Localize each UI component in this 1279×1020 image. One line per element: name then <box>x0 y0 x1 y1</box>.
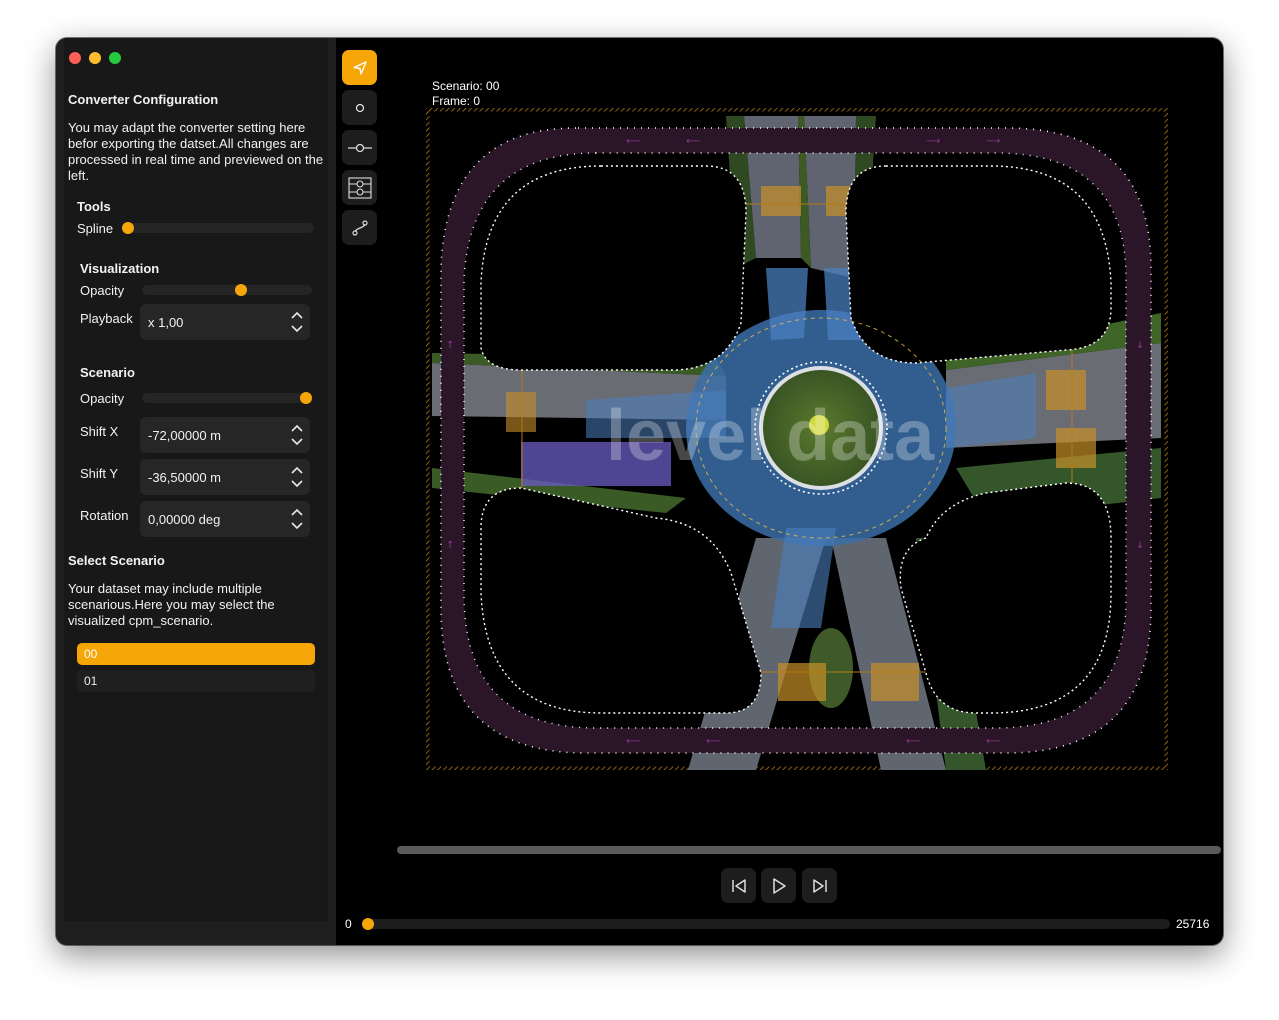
frame-start-label: 0 <box>345 917 352 931</box>
svg-text:⟵: ⟵ <box>626 736 640 747</box>
scenario-opacity-knob[interactable] <box>300 392 312 404</box>
line-node-icon <box>347 143 372 152</box>
skip-forward-icon <box>812 878 827 893</box>
svg-text:↓: ↓ <box>1136 540 1144 551</box>
svg-text:⟶: ⟶ <box>986 136 1000 147</box>
svg-text:↑: ↑ <box>446 540 454 551</box>
playback-stepper[interactable]: x 1,00 <box>140 304 310 340</box>
svg-text:⟵: ⟵ <box>986 736 1000 747</box>
play-button[interactable] <box>761 868 796 903</box>
stepper-arrows-icon[interactable] <box>290 309 304 335</box>
shift-x-value: -72,00000 m <box>148 428 221 443</box>
scenario-indicator: Scenario: 00 <box>432 79 500 93</box>
frame-indicator: Frame: 0 <box>432 94 481 108</box>
svg-text:⟵: ⟵ <box>906 736 920 747</box>
playback-value: x 1,00 <box>148 315 184 330</box>
scenario-opacity-slider[interactable] <box>142 392 312 404</box>
sidebar: Converter Configuration You may adapt th… <box>56 38 336 945</box>
visualization-opacity-slider[interactable] <box>142 284 312 296</box>
playback-label: Playback <box>80 311 133 326</box>
skip-back-button[interactable] <box>721 868 756 903</box>
stepper-arrows-icon[interactable] <box>290 464 304 490</box>
stepper-arrows-icon[interactable] <box>290 506 304 532</box>
svg-text:↑: ↑ <box>446 340 454 351</box>
frame-end-label: 25716 <box>1176 917 1210 931</box>
zoom-window-button[interactable] <box>109 52 121 64</box>
pointer-tool-button[interactable] <box>342 50 377 85</box>
shift-x-label: Shift X <box>80 424 119 439</box>
shift-x-stepper[interactable]: -72,00000 m <box>140 417 310 453</box>
spline-path-tool-button[interactable] <box>342 210 377 245</box>
svg-text:⟵: ⟵ <box>706 736 720 747</box>
shift-y-value: -36,50000 m <box>148 470 221 485</box>
multi-line-node-tool-button[interactable] <box>342 170 377 205</box>
scenario-list-item[interactable]: 00 <box>77 643 315 665</box>
scenario-list-item[interactable]: 01 <box>77 670 315 692</box>
select-scenario-heading: Select Scenario <box>68 553 165 568</box>
circle-node-tool-button[interactable] <box>342 90 377 125</box>
line-node-tool-button[interactable] <box>342 130 377 165</box>
scenario-opacity-label: Opacity <box>80 391 125 406</box>
svg-text:⟵: ⟵ <box>626 136 640 147</box>
select-scenario-description: Your dataset may include multiple scenar… <box>68 581 275 628</box>
watermark-text: level data <box>606 396 935 476</box>
shift-y-label: Shift Y <box>80 466 119 481</box>
visualization-opacity-label: Opacity <box>80 283 125 298</box>
tools-heading: Tools <box>77 199 111 214</box>
spline-slider[interactable] <box>122 222 314 234</box>
spline-label: Spline <box>77 221 114 236</box>
sidebar-title: Converter Configuration <box>68 92 219 107</box>
rotation-value: 0,00000 deg <box>148 512 221 527</box>
pointer-icon <box>352 60 367 75</box>
spline-path-icon <box>351 219 368 236</box>
svg-text:↓: ↓ <box>1136 340 1144 351</box>
visualization-opacity-knob[interactable] <box>235 284 247 296</box>
frame-slider-knob[interactable] <box>362 918 374 930</box>
skip-forward-button[interactable] <box>802 868 837 903</box>
svg-text:⟶: ⟶ <box>926 136 940 147</box>
multi-line-node-icon <box>347 176 372 199</box>
map-canvas[interactable]: level data ⟵ ⟵ ⟶ ⟶ ⟵ ⟵ ⟵ ⟵ ↑ ↑ ↓ ↓ <box>426 108 1168 770</box>
svg-text:⟵: ⟵ <box>686 136 700 147</box>
minimize-window-button[interactable] <box>89 52 101 64</box>
shift-y-stepper[interactable]: -36,50000 m <box>140 459 310 495</box>
rotation-label: Rotation <box>80 508 129 523</box>
visualization-heading: Visualization <box>80 261 160 276</box>
spline-slider-knob[interactable] <box>122 222 134 234</box>
play-icon <box>772 877 786 894</box>
sidebar-description: You may adapt the converter setting here… <box>68 120 324 183</box>
frame-slider[interactable] <box>362 918 1170 930</box>
rotation-stepper[interactable]: 0,00000 deg <box>140 501 310 537</box>
app-window: Converter Configuration You may adapt th… <box>56 38 1223 945</box>
scenario-heading: Scenario <box>80 365 135 380</box>
circle-node-icon <box>355 103 364 112</box>
stepper-arrows-icon[interactable] <box>290 422 304 448</box>
horizontal-scrollbar[interactable] <box>397 846 1221 854</box>
close-window-button[interactable] <box>69 52 81 64</box>
intersection-map: level data ⟵ ⟵ ⟶ ⟶ ⟵ ⟵ ⟵ ⟵ ↑↑↓↓ <box>426 108 1168 770</box>
skip-back-icon <box>731 878 746 893</box>
